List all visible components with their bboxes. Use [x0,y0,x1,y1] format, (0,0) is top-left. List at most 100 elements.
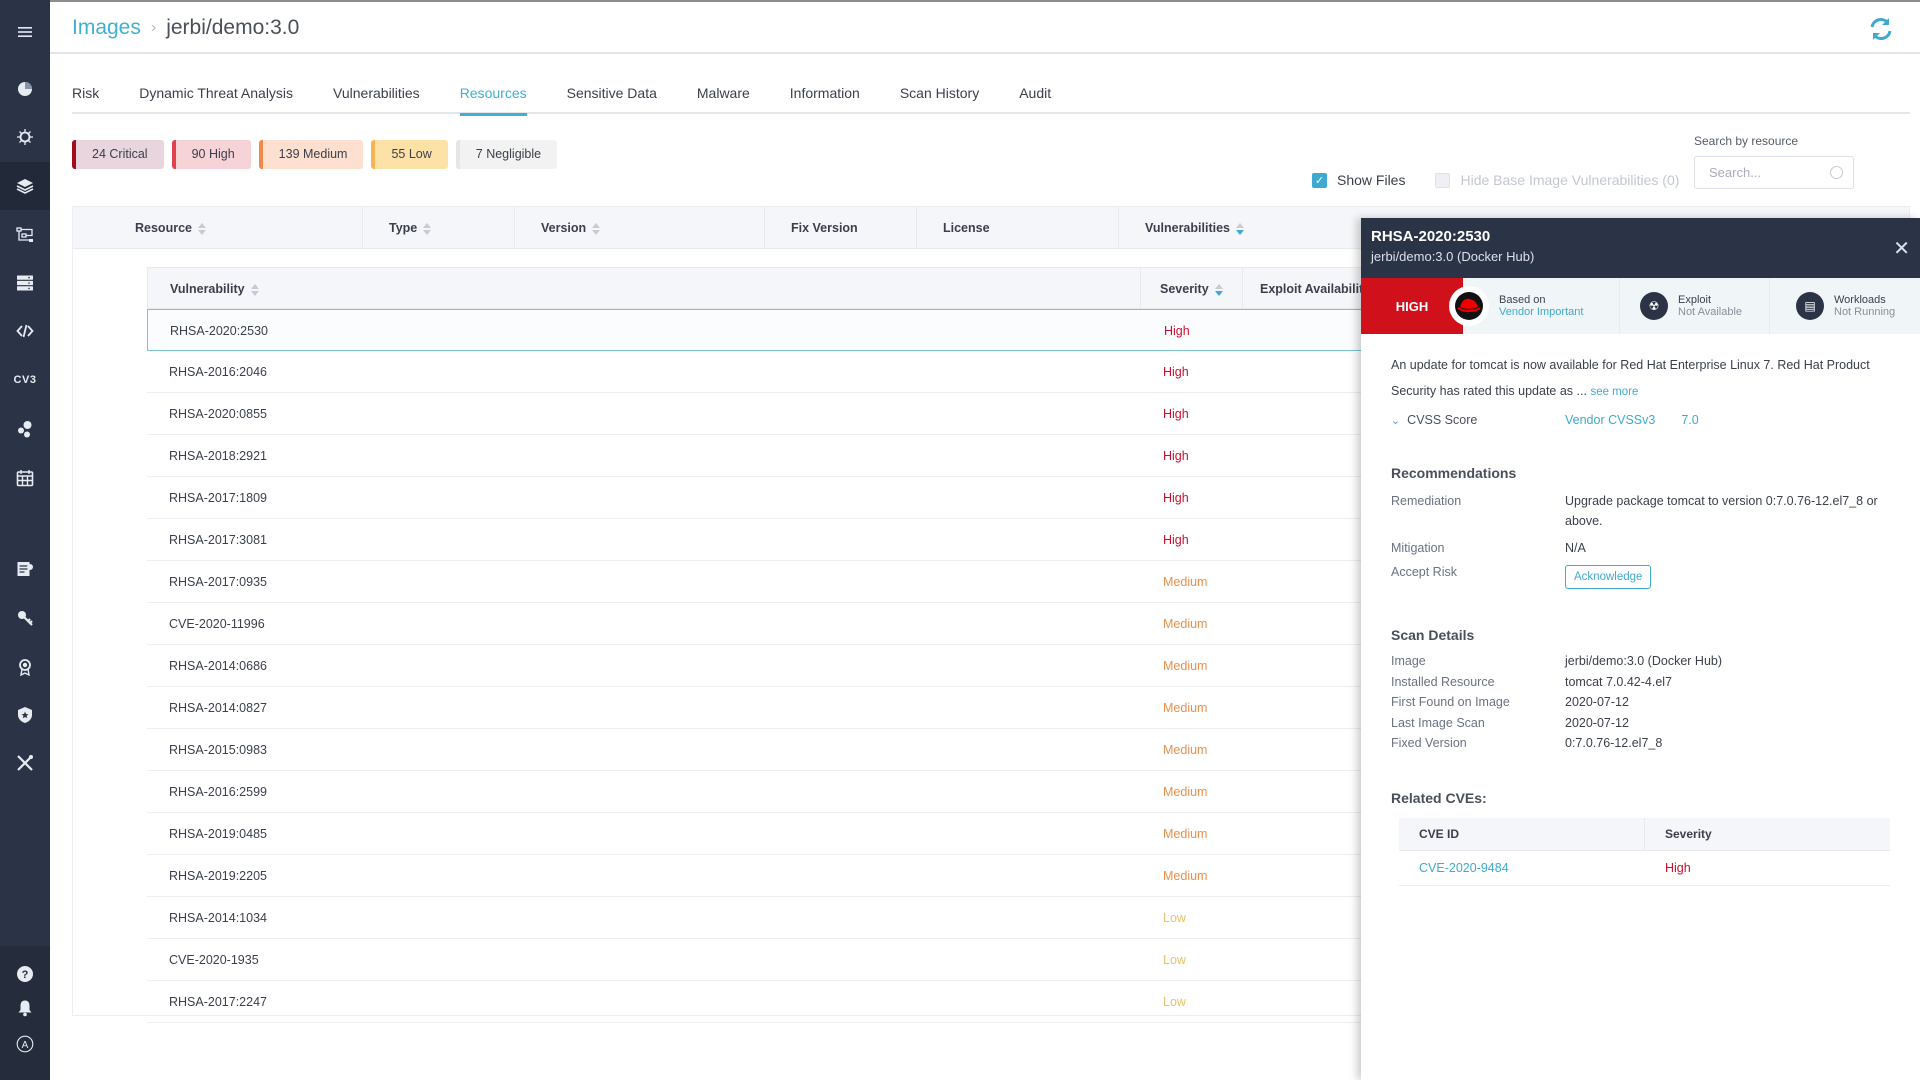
severity-chip[interactable]: 90 High [171,140,251,169]
workloads-icon[interactable] [0,217,50,253]
vulnerability-row[interactable]: RHSA-2017:2247 Low [147,981,1447,1023]
severity-value: Medium [1163,575,1208,589]
hide-base-image-label: Hide Base Image Vulnerabilities (0) [1460,172,1680,188]
vulnerability-row[interactable]: RHSA-2014:1034 Low [147,897,1447,939]
severity-chip[interactable]: 55 Low [371,140,448,169]
scan-detail-row: Fixed Version 0:7.0.76-12.el7_8 [1391,733,1890,754]
vulnerability-row[interactable]: CVE-2020-1935 Low [147,939,1447,981]
vulnerability-row[interactable]: RHSA-2020:0855 High [147,393,1447,435]
vulnerability-id: RHSA-2014:0686 [169,659,267,673]
severity-value: Medium [1163,617,1208,631]
vulnerability-row[interactable]: CVE-2020-11996 Medium [147,603,1447,645]
radiation-icon: ☢ [1640,292,1668,320]
severity-chip[interactable]: 24 Critical [72,140,164,169]
vmware-icon[interactable]: CV3 [0,362,50,398]
see-more-link[interactable]: see more [1590,386,1638,398]
hide-base-image-checkbox[interactable] [1435,172,1451,188]
menu-icon[interactable] [0,14,50,50]
show-files-label: Show Files [1337,172,1406,188]
column-severity[interactable]: Severity [1160,268,1223,310]
images-icon[interactable] [0,162,50,210]
tab-dynamic-threat-analysis[interactable]: Dynamic Threat Analysis [139,76,293,114]
show-files-checkbox[interactable]: ✓ [1312,172,1327,188]
infrastructure-icon[interactable] [0,265,50,301]
security-icon[interactable] [0,697,50,733]
column-resource[interactable]: Resource [73,207,363,249]
audit-calendar-icon[interactable] [0,460,50,496]
vulnerability-row[interactable]: RHSA-2016:2046 High [147,351,1447,393]
account-icon[interactable]: A [0,1026,50,1062]
panel-body: An update for tomcat is now available fo… [1361,334,1920,904]
tab-vulnerabilities[interactable]: Vulnerabilities [333,76,420,114]
risk-explorer-icon[interactable] [0,119,50,155]
column-fix-version: Fix Version [765,207,917,249]
related-cves-header: CVE ID Severity [1399,817,1890,851]
column-exploit-availability[interactable]: Exploit Availability [1260,268,1370,310]
tab-malware[interactable]: Malware [697,76,750,114]
vulnerability-id: RHSA-2015:0983 [169,743,267,757]
cvss-score-row[interactable]: ⌄ CVSS Score Vendor CVSSv3 7.0 [1391,413,1890,427]
vulnerability-id: RHSA-2014:1034 [169,911,267,925]
compliance-icon[interactable] [0,649,50,685]
functions-icon[interactable] [0,313,50,349]
help-icon[interactable]: ? [0,956,50,992]
notifications-icon[interactable] [0,990,50,1026]
tab-audit[interactable]: Audit [1019,76,1051,114]
policies-icon[interactable] [0,551,50,587]
vulnerability-row[interactable]: RHSA-2017:0935 Medium [147,561,1447,603]
refresh-icon[interactable] [1868,16,1894,42]
vulnerabilities-subtable: Vulnerability Severity Exploit Availabil… [147,267,1447,1023]
column-type[interactable]: Type [363,207,515,249]
tab-bar: Risk Dynamic Threat Analysis Vulnerabili… [72,76,1910,116]
search-input[interactable]: Search... [1694,156,1854,189]
sort-icon [250,283,259,296]
vulnerability-id: RHSA-2017:1809 [169,491,267,505]
tab-resources[interactable]: Resources [459,76,527,116]
vulnerability-row[interactable]: RHSA-2019:0485 Medium [147,813,1447,855]
related-cves-table: CVE ID Severity CVE-2020-9484 High [1399,817,1890,886]
scan-detail-value[interactable]: jerbi/demo:3.0 (Docker Hub) [1565,651,1890,672]
services-icon[interactable] [0,411,50,447]
dashboard-icon[interactable] [0,71,50,107]
vulnerability-row[interactable]: RHSA-2020:2530 High [147,309,1447,351]
vulnerability-row[interactable]: RHSA-2017:1809 High [147,477,1447,519]
tab-risk[interactable]: Risk [72,76,99,114]
severity-value: High [1163,491,1189,505]
tab-sensitive-data[interactable]: Sensitive Data [567,76,657,114]
column-vulnerability[interactable]: Vulnerability [170,268,259,310]
settings-tools-icon[interactable] [0,745,50,781]
secrets-key-icon[interactable] [0,600,50,636]
breadcrumb-images-link[interactable]: Images [72,16,141,40]
chevron-down-icon[interactable]: ⌄ [1391,415,1400,427]
sort-icon [592,222,601,235]
scan-details: Image jerbi/demo:3.0 (Docker Hub) Installe… [1391,651,1890,754]
vulnerability-row[interactable]: RHSA-2015:0983 Medium [147,729,1447,771]
severity-value: High [1163,407,1189,421]
vulnerability-row[interactable]: RHSA-2017:3081 High [147,519,1447,561]
column-version[interactable]: Version [515,207,765,249]
vulnerability-row[interactable]: RHSA-2019:2205 Medium [147,855,1447,897]
cve-severity: High [1665,860,1691,875]
top-bar: Images › jerbi/demo:3.0 [50,0,1920,54]
acknowledge-button[interactable]: Acknowledge [1565,565,1652,589]
vulnerability-row[interactable]: RHSA-2018:2921 High [147,435,1447,477]
severity-chip[interactable]: 139 Medium [258,140,364,169]
based-on-label: Based on [1499,294,1546,306]
vulnerability-row[interactable]: RHSA-2014:0827 Medium [147,687,1447,729]
tab-scan-history[interactable]: Scan History [900,76,979,114]
severity-value: Medium [1163,785,1208,799]
panel-title: RHSA-2020:2530 [1371,228,1491,245]
scan-detail-row: Image jerbi/demo:3.0 (Docker Hub) [1391,651,1890,672]
cve-id-link[interactable]: CVE-2020-9484 [1399,851,1645,885]
severity-value: Medium [1163,659,1208,673]
severity-chip[interactable]: 7 Negligible [455,140,558,169]
vulnerability-detail-panel: RHSA-2020:2530 jerbi/demo:3.0 (Docker Hu… [1361,218,1920,1080]
close-icon[interactable]: ✕ [1893,236,1910,261]
vulnerability-row[interactable]: RHSA-2014:0686 Medium [147,645,1447,687]
tab-information[interactable]: Information [790,76,860,114]
based-on-value[interactable]: Vendor Important [1499,306,1583,318]
severity-value: High [1163,365,1189,379]
severity-value: Low [1163,995,1186,1009]
workloads-label: Workloads [1834,294,1886,306]
vulnerability-row[interactable]: RHSA-2016:2599 Medium [147,771,1447,813]
